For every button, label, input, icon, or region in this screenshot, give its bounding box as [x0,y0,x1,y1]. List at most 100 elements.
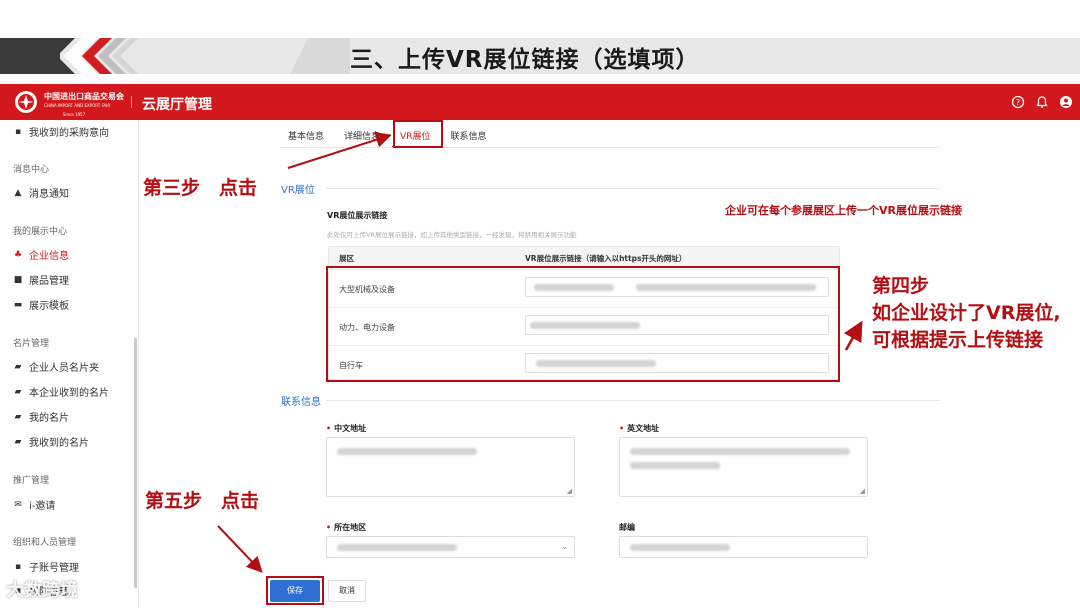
highlight-vr-tab [393,120,443,148]
sidebar-item-label: i-邀请 [29,501,56,512]
cn-address-label: • 中文地址 [326,423,366,434]
step4-line: 如企业设计了VR展位, [872,302,1061,324]
sidebar-item-my-card[interactable]: ▰ 我的名片 [13,409,69,425]
contact-section-line [326,400,940,401]
region-label-text: 所在地区 [334,523,367,532]
cancel-button[interactable]: 取消 [328,580,366,602]
user-icon: ▪ [14,561,22,572]
sidebar-item-company-info[interactable]: ♣ 企业信息 [13,247,69,263]
sidebar-scrollbar[interactable] [134,338,137,588]
logo-text: 中国进出口商品交易会 CHINA IMPORT AND EXPORT FAIR … [44,92,134,119]
sidebar-item-sub-accounts[interactable]: ▪ 子账号管理 [13,559,79,575]
email-label: 邮编 [619,522,635,533]
sidebar: ▪ 我收到的采购意向 消息中心 ▲ 消息通知 我的展示中心 ♣ 企业信息 ■ 展品管理 … [0,120,139,608]
sidebar-item-templates[interactable]: ▬ 展示模板 [13,297,69,313]
org-icon: ♣ [13,249,23,260]
region-label: • 所在地区 [326,522,366,533]
card-icon: ▰ [14,436,22,447]
en-address-label-text: 英文地址 [627,424,660,433]
bell-icon: ▲ [14,187,22,198]
sidebar-item-products[interactable]: ■ 展品管理 [13,272,69,288]
canton-fair-logo-icon[interactable] [14,90,38,114]
table-header: 展区 VR展位展示链接（请输入以https开头的网址） [329,247,839,267]
watermark: 大数跨境 [6,580,78,601]
step4-annotation: 第四步 如企业设计了VR展位, 可根据提示上传链接 [872,273,1061,354]
vr-link-hint: 此处仅可上传VR展位展示链接，如上传其他类型链接，一经发现，将禁用相关展示功能 [327,231,577,239]
required-mark: • [619,424,625,433]
vr-section-title: VR展位 [281,185,315,196]
logo-text-cn: 中国进出口商品交易会 [44,92,124,101]
sidebar-group-messages: 消息中心 [13,165,50,175]
sidebar-item-staff-cards[interactable]: ▰ 企业人员名片夹 [13,359,99,375]
tab-bar: 基本信息 详细信息 VR展位 联系信息 [280,124,494,148]
sidebar-item-received-cards[interactable]: ▰ 我收到的名片 [13,434,89,450]
resize-grip-icon[interactable]: ◢ [860,487,865,495]
tab-divider [280,147,940,148]
sidebar-item-label: 展示模板 [29,301,69,312]
highlight-save-button [266,576,324,605]
sidebar-item-company-received-cards[interactable]: ▰ 本企业收到的名片 [13,384,109,400]
title-band-accent [290,38,350,74]
tab-basic-info[interactable]: 基本信息 [280,124,332,148]
en-address-label: • 英文地址 [619,423,659,434]
required-mark: • [326,523,332,532]
col-header-link: VR展位展示链接（请输入以https开头的网址） [525,254,687,263]
sidebar-item-invite[interactable]: ✉ i-邀请 [13,497,56,513]
logo-text-since: Since 1957 [62,112,86,117]
tab-detail-info[interactable]: 详细信息 [336,124,388,148]
sidebar-item-label: 我收到的名片 [29,438,89,449]
arrow-step4 [843,320,863,351]
bell-icon[interactable] [1035,95,1049,109]
en-address-field[interactable]: ◢ [619,437,868,497]
sidebar-item-label: 企业人员名片夹 [29,363,99,374]
vr-section-line [326,188,940,189]
help-circle-icon[interactable]: ? [1011,95,1025,109]
sidebar-item-label: 我收到的采购意向 [29,128,109,139]
arrow-step5 [217,525,263,573]
clipboard-icon: ▪ [14,126,22,137]
sidebar-item-label: 展品管理 [29,276,69,287]
sidebar-group-org: 组织和人员管理 [13,538,77,548]
vr-link-label: VR展位展示链接 [327,211,388,220]
chevron-arrows-icon [42,38,138,74]
sidebar-item-purchase-intent[interactable]: ▪ 我收到的采购意向 [13,124,109,140]
sidebar-item-notifications[interactable]: ▲ 消息通知 [13,185,69,201]
sidebar-item-label: 本企业收到的名片 [29,388,109,399]
email-field[interactable] [619,536,868,558]
card-icon: ▰ [14,386,22,397]
cn-address-field[interactable]: ◢ [326,437,575,497]
required-mark: • [326,424,332,433]
template-icon: ▬ [13,299,23,310]
sidebar-item-label: 我的名片 [29,413,69,424]
card-icon: ▰ [14,411,22,422]
sidebar-group-cards: 名片管理 [13,339,50,349]
sidebar-item-label: 消息通知 [29,189,69,200]
resize-grip-icon[interactable]: ◢ [567,487,572,495]
sidebar-group-showcase: 我的展示中心 [13,227,68,237]
highlight-vr-rows [326,266,840,382]
sidebar-group-promotion: 推广管理 [13,476,50,486]
card-icon: ▰ [14,361,22,372]
svg-text:?: ? [1016,98,1020,107]
slide-title: 三、上传VR展位链接（选填项） [350,47,700,73]
col-header-zone: 展区 [339,254,354,263]
step5-annotation: 第五步 点击 [145,490,260,512]
step4-line: 第四步 [872,275,930,297]
tab-contact-info[interactable]: 联系信息 [442,124,494,148]
contact-section-title: 联系信息 [281,397,321,408]
slide: 三、上传VR展位链接（选填项） 中国进出口商品交易会 CHINA IMPORT … [0,0,1080,608]
sidebar-item-label: 企业信息 [29,251,69,262]
user-icon[interactable] [1059,95,1073,109]
region-select[interactable]: ⌄ [326,536,575,558]
sidebar-item-label: 子账号管理 [29,563,79,574]
step3-annotation: 第三步 点击 [143,177,258,199]
cn-address-label-text: 中文地址 [334,424,367,433]
vr-note-annotation: 企业可在每个参展展区上传一个VR展位展示链接 [725,204,962,217]
mail-icon: ✉ [14,499,22,510]
grid-icon: ■ [13,274,23,285]
chevron-down-icon: ⌄ [561,542,568,551]
logo-text-en: CHINA IMPORT AND EXPORT FAIR [44,103,111,108]
email-label-text: 邮编 [619,523,635,532]
app-name: 云展厅管理 [142,97,212,113]
header-divider [131,96,132,108]
